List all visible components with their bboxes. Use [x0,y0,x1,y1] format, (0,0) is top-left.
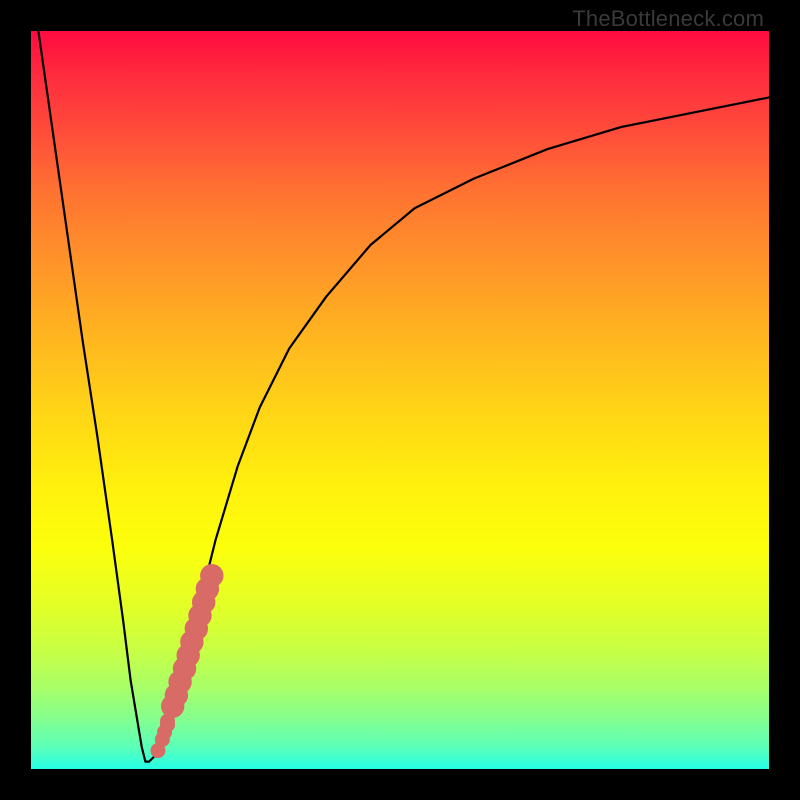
chart-svg [31,31,769,769]
watermark-text: TheBottleneck.com [572,6,764,32]
marker-layer [151,564,223,757]
chart-frame: TheBottleneck.com [0,0,800,800]
bottleneck-curve [38,31,769,762]
marker-dot [201,564,223,586]
chart-plot-area [31,31,769,769]
